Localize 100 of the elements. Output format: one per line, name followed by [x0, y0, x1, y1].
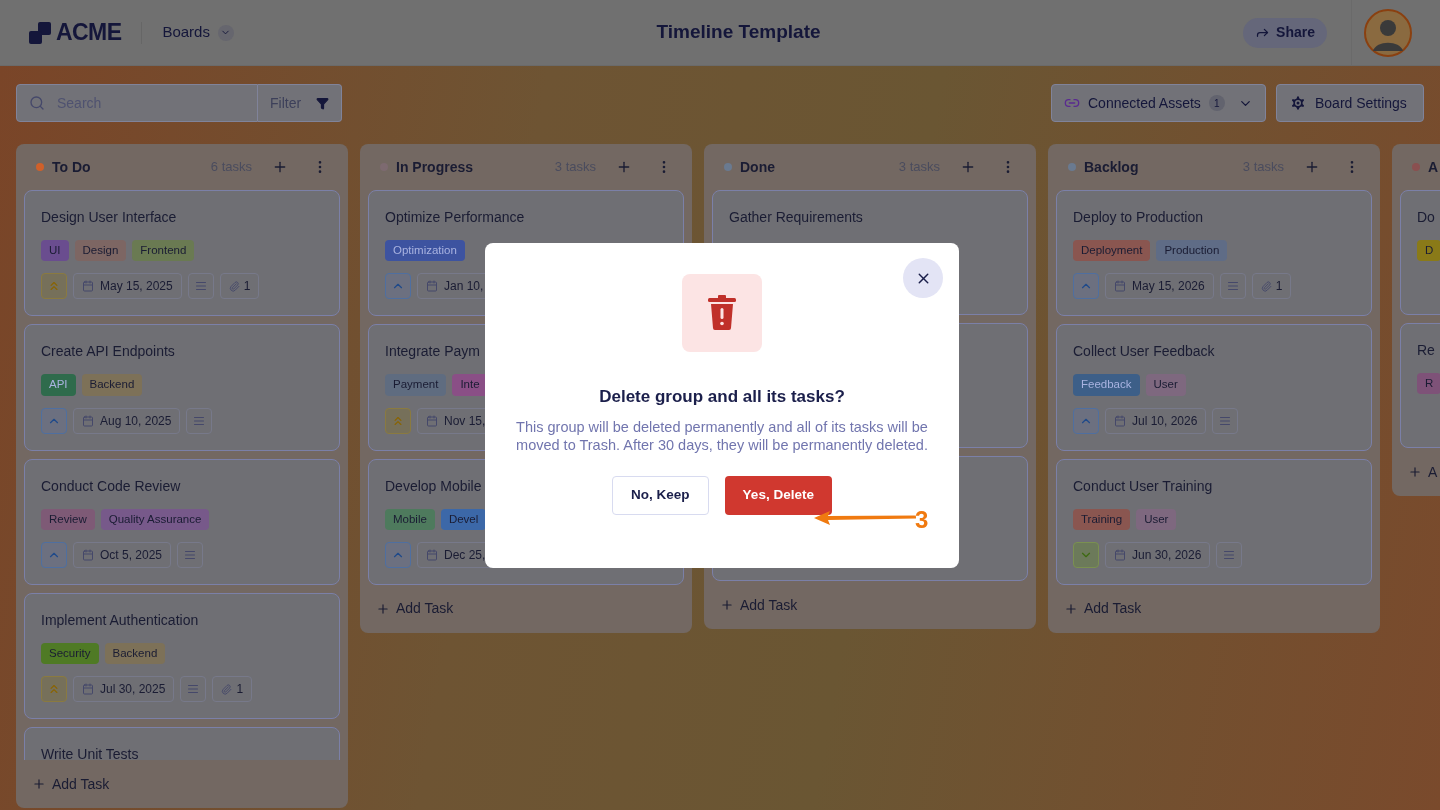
task-title: Develop Mobile: [385, 476, 482, 496]
task-title: Gather Requirements: [729, 208, 863, 227]
close-button[interactable]: [903, 258, 943, 298]
connected-assets-button[interactable]: Connected Assets 1: [1051, 84, 1266, 122]
calendar-icon: [82, 683, 94, 695]
task-tag: Production: [1156, 240, 1228, 262]
keep-button[interactable]: No, Keep: [612, 475, 709, 515]
task-tag: User: [1145, 374, 1186, 396]
avatar[interactable]: [1364, 8, 1412, 57]
task-tag: Design: [74, 240, 127, 262]
add-icon[interactable]: [272, 159, 288, 175]
plus-icon: [1064, 601, 1078, 616]
task-title: Create API Endpoints: [41, 342, 175, 362]
task-tag: D: [1417, 240, 1440, 262]
add-task-button[interactable]: Add Task: [704, 581, 814, 629]
dialog-message: This group will be deleted permanently and all of its tasks will be moved to Trash. After 30 days, they will be permanently deleted.: [515, 417, 929, 454]
settings-icon: [1289, 94, 1307, 112]
add-icon[interactable]: [960, 159, 976, 175]
calendar-icon: [426, 414, 438, 427]
plus-icon: [32, 777, 46, 791]
task-tag: API: [41, 374, 76, 396]
delete-button[interactable]: Yes, Delete: [724, 475, 832, 515]
task-tag: Backend: [104, 642, 166, 664]
paperclip-icon: [228, 280, 240, 292]
task-tag: Payment: [385, 374, 447, 396]
task-title: Re: [1417, 341, 1435, 360]
share-button[interactable]: Share: [1243, 17, 1327, 48]
task-title: Implement Authentication: [41, 610, 199, 630]
task-tag: Devel: [440, 508, 487, 530]
board-settings-button[interactable]: Board Settings: [1276, 84, 1424, 122]
due-date: May 15, 2025: [73, 273, 182, 300]
attachment-count: 1: [1251, 273, 1292, 300]
task-card[interactable]: Write Unit Tests: [24, 727, 340, 760]
add-task-button[interactable]: A: [1392, 448, 1440, 496]
paperclip-icon: [221, 683, 233, 695]
task-card[interactable]: Conduct Code Review Review Quality Assurance Oct 5, 2025: [24, 458, 340, 585]
add-task-button[interactable]: Add Task: [1048, 584, 1158, 633]
due-date: Oct 5, 2025: [73, 541, 172, 568]
task-tag: Optimization: [385, 240, 465, 262]
task-tag: Mobile: [385, 508, 435, 530]
plus-icon: [1408, 465, 1422, 479]
count-badge: 1: [1208, 95, 1225, 111]
task-tag: Deployment: [1073, 240, 1151, 262]
task-tag: User: [1136, 508, 1177, 530]
task-card[interactable]: Design User Interface UI Design Frontend May 15, 2025 1: [24, 190, 340, 317]
logo-icon: [28, 20, 52, 45]
task-title: Conduct User Training: [1073, 476, 1213, 496]
step-number: 3: [915, 505, 929, 535]
task-tag: Frontend: [132, 240, 195, 262]
task-card[interactable]: Create API Endpoints API Backend Aug 10, 2025: [24, 324, 340, 451]
due-date: Aug 10, 2025: [73, 407, 181, 434]
board-title: Timeline Template: [656, 20, 821, 45]
task-title: Write Unit Tests: [41, 745, 139, 760]
paperclip-icon: [1260, 280, 1272, 292]
task-title: Design User Interface: [41, 208, 177, 227]
task-tag: UI: [41, 240, 69, 262]
task-card[interactable]: Deploy to Production Deployment Production May 15, 2026 1: [1056, 190, 1372, 317]
task-title: Deploy to Production: [1073, 208, 1203, 227]
filter-icon: [316, 96, 329, 110]
due-date: May 15, 2026: [1105, 273, 1214, 300]
task-card[interactable]: Do D: [1400, 190, 1440, 315]
task-title: Collect User Feedback: [1073, 342, 1215, 362]
calendar-icon: [82, 548, 94, 561]
task-title: Optimize Performance: [385, 208, 525, 227]
task-tag: Security: [41, 642, 99, 664]
task-tag: Backend: [81, 374, 143, 396]
search-icon: [29, 95, 45, 111]
task-tag: Review: [41, 508, 95, 530]
column-title: To Do: [52, 157, 91, 177]
add-task-button[interactable]: Add Task: [16, 760, 126, 808]
due-date: Jun 30, 2026: [1105, 541, 1211, 568]
calendar-icon: [426, 280, 438, 293]
task-tag: Training: [1073, 508, 1131, 530]
task-tag: R: [1417, 373, 1440, 395]
logo-text: ACME: [56, 18, 122, 48]
calendar-icon: [1114, 280, 1126, 293]
attachment-count: 1: [212, 676, 253, 702]
task-title: Integrate Paym: [385, 342, 480, 362]
trash-warning-icon: [682, 274, 762, 352]
task-card[interactable]: Implement Authentication Security Backend Jul 30, 2025 1: [24, 592, 340, 719]
task-card[interactable]: Re R: [1400, 323, 1440, 448]
attachment-count: 1: [219, 273, 260, 300]
dialog-title: Delete group and all its tasks?: [599, 386, 845, 408]
calendar-icon: [1114, 548, 1126, 561]
due-date: Jul 30, 2025: [73, 676, 175, 702]
task-tag: Quality Assurance: [100, 508, 210, 530]
calendar-icon: [1114, 414, 1126, 427]
task-card[interactable]: Collect User Feedback Feedback User Jul 10, 2026: [1056, 324, 1372, 451]
calendar-icon: [426, 548, 438, 561]
boards-menu[interactable]: Boards: [162, 21, 234, 44]
add-icon[interactable]: [1304, 159, 1320, 175]
add-task-button[interactable]: Add Task: [360, 584, 470, 633]
column-title: In Progress: [396, 157, 474, 177]
task-tag: Inte: [452, 374, 488, 396]
column-title: Done: [740, 157, 775, 177]
task-card[interactable]: Conduct User Training Training User Jun 30, 2026: [1056, 458, 1372, 585]
task-title: Conduct Code Review: [41, 476, 181, 496]
add-icon[interactable]: [616, 159, 632, 175]
task-title: Do: [1417, 208, 1435, 227]
plus-icon: [720, 598, 734, 612]
